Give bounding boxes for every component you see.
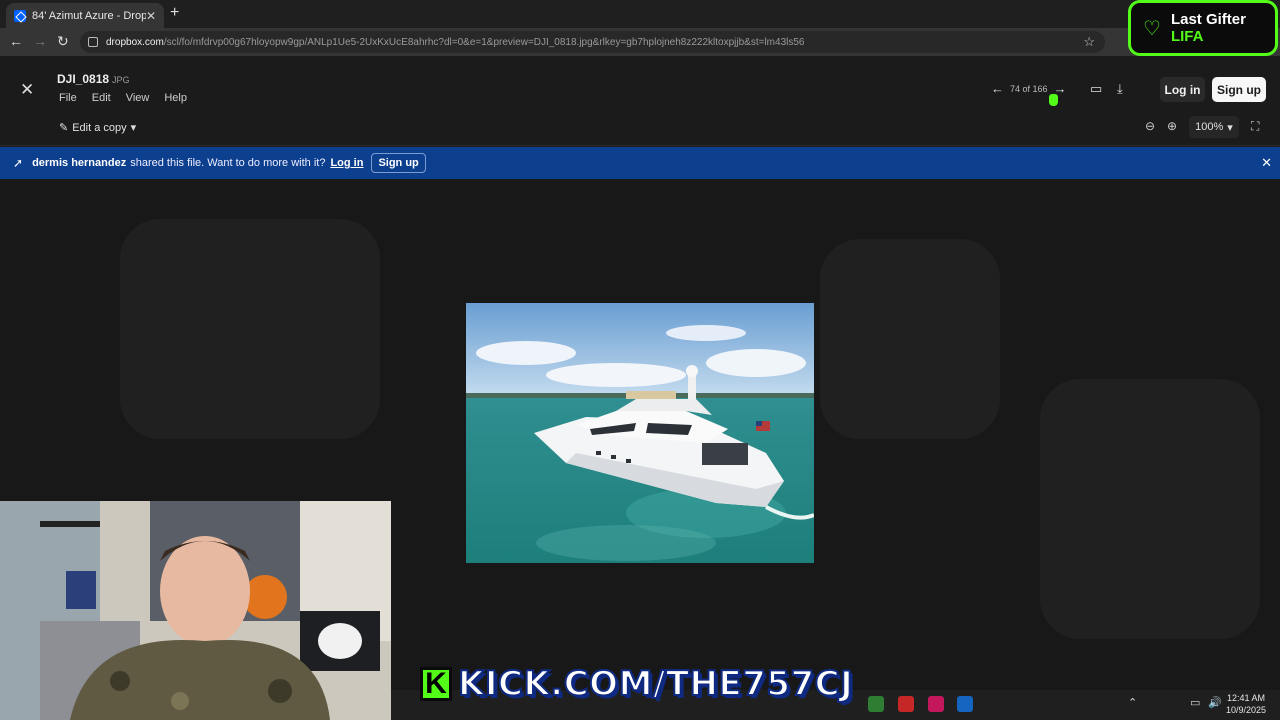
webcam-overlay bbox=[0, 501, 391, 720]
network-icon[interactable]: ▭ bbox=[1190, 696, 1206, 712]
close-banner-icon[interactable]: ✕ bbox=[1261, 155, 1272, 171]
gifter-name: LIFA bbox=[1170, 28, 1204, 45]
reload-icon[interactable]: ↻ bbox=[57, 33, 69, 50]
pager-label: 74 of 166 bbox=[1010, 83, 1048, 94]
back-icon[interactable]: ← bbox=[9, 33, 23, 49]
menu-help[interactable]: Help bbox=[164, 92, 187, 104]
system-clock[interactable]: 12:41 AM 10/9/2025 bbox=[1226, 692, 1266, 716]
background-shape bbox=[820, 239, 1000, 439]
mouse-cursor bbox=[1049, 94, 1058, 106]
banner-signup-button[interactable]: Sign up bbox=[371, 153, 426, 173]
url-path: /scl/fo/mfdrvp00g67hloyopw9gp/ANLp1Ue5-2… bbox=[163, 36, 805, 48]
edit-copy-label: Edit a copy bbox=[72, 121, 127, 134]
address-bar[interactable]: dropbox.com /scl/fo/mfdrvp00g67hloyopw9g… bbox=[80, 31, 1105, 53]
kick-url: KICK.COM/THE757CJ bbox=[457, 663, 854, 705]
pencil-icon: ✎ bbox=[59, 122, 69, 134]
screen: { "browser": { "tab_title": "84' Azimut … bbox=[0, 0, 1280, 720]
forward-icon[interactable]: → bbox=[33, 33, 47, 49]
menu-file[interactable]: File bbox=[59, 92, 77, 104]
kick-channel-overlay: K KICK.COM/THE757CJ bbox=[420, 660, 860, 708]
last-gifter-overlay: ♡ Last Gifter LIFA bbox=[1128, 0, 1278, 56]
volume-icon[interactable]: 🔊 bbox=[1208, 696, 1224, 712]
app-icon[interactable] bbox=[957, 696, 973, 712]
rocket-icon: ➚ bbox=[13, 156, 24, 170]
banner-message: shared this file. Want to do more with i… bbox=[130, 157, 326, 169]
dropbox-preview-header: ✕ DJI_0818 JPG File Edit View Help ✎ Edi… bbox=[0, 56, 1280, 146]
bookmark-star-icon[interactable]: ☆ bbox=[1083, 34, 1095, 50]
close-tab-icon[interactable]: ✕ bbox=[146, 9, 156, 23]
close-preview-icon[interactable]: ✕ bbox=[20, 80, 34, 100]
chevron-down-icon: ▾ bbox=[130, 122, 137, 134]
chevron-down-icon: ▾ bbox=[1227, 121, 1233, 134]
browser-toolbar: ← → ↻ dropbox.com /scl/fo/mfdrvp00g67hlo… bbox=[0, 28, 1280, 56]
signup-button[interactable]: Sign up bbox=[1212, 77, 1266, 102]
sharer-name: dermis hernandez bbox=[32, 157, 127, 169]
heart-icon: ♡ bbox=[1143, 17, 1161, 40]
fullscreen-icon[interactable]: ⛶ bbox=[1251, 119, 1259, 134]
browser-tab[interactable]: 84' Azimut Azure - Dropbox ✕ bbox=[6, 3, 164, 28]
tray-chevron-icon[interactable]: ⌃ bbox=[1128, 696, 1144, 712]
background-shape bbox=[120, 219, 380, 439]
tab-strip: 84' Azimut Azure - Dropbox ✕ + bbox=[0, 0, 1280, 28]
app-icon[interactable] bbox=[928, 696, 944, 712]
file-type: JPG bbox=[112, 75, 130, 85]
yacht-photo bbox=[466, 303, 814, 563]
url-domain: dropbox.com bbox=[106, 36, 164, 48]
new-tab-icon[interactable]: + bbox=[170, 4, 179, 22]
banner-login-link[interactable]: Log in bbox=[330, 157, 363, 169]
menu-view[interactable]: View bbox=[126, 92, 150, 104]
menu-edit[interactable]: Edit bbox=[92, 92, 111, 104]
login-button[interactable]: Log in bbox=[1160, 77, 1205, 102]
app-icon[interactable] bbox=[898, 696, 914, 712]
xbox-icon[interactable] bbox=[868, 696, 884, 712]
zoom-select[interactable]: 100% ▾ bbox=[1189, 116, 1239, 138]
zoom-value: 100% bbox=[1195, 121, 1224, 133]
download-icon[interactable]: ⤓ bbox=[1117, 81, 1123, 97]
previous-file-icon[interactable]: ← bbox=[991, 81, 1004, 96]
file-name: DJI_0818 bbox=[57, 72, 110, 86]
clock-time: 12:41 AM bbox=[1227, 693, 1266, 703]
comment-icon[interactable]: ▭ bbox=[1090, 81, 1102, 97]
kick-logo: K bbox=[420, 667, 452, 701]
gifter-title: Last Gifter bbox=[1170, 11, 1246, 28]
edit-copy-button[interactable]: ✎ Edit a copy ▾ bbox=[59, 121, 137, 135]
zoom-out-icon[interactable]: ⊖ bbox=[1145, 119, 1155, 133]
clock-date: 10/9/2025 bbox=[1226, 705, 1267, 715]
webcam-feed bbox=[0, 501, 391, 720]
share-banner: ➚ dermis hernandez shared this file. Wan… bbox=[0, 147, 1280, 179]
site-info-icon[interactable] bbox=[88, 37, 98, 47]
zoom-in-icon[interactable]: ⊕ bbox=[1167, 119, 1177, 133]
preview-image[interactable] bbox=[466, 303, 814, 563]
file-menu-bar: File Edit View Help bbox=[59, 92, 187, 104]
tab-title: 84' Azimut Azure - Dropbox bbox=[32, 9, 146, 22]
background-shape bbox=[1040, 379, 1260, 639]
dropbox-favicon-icon bbox=[14, 9, 26, 22]
